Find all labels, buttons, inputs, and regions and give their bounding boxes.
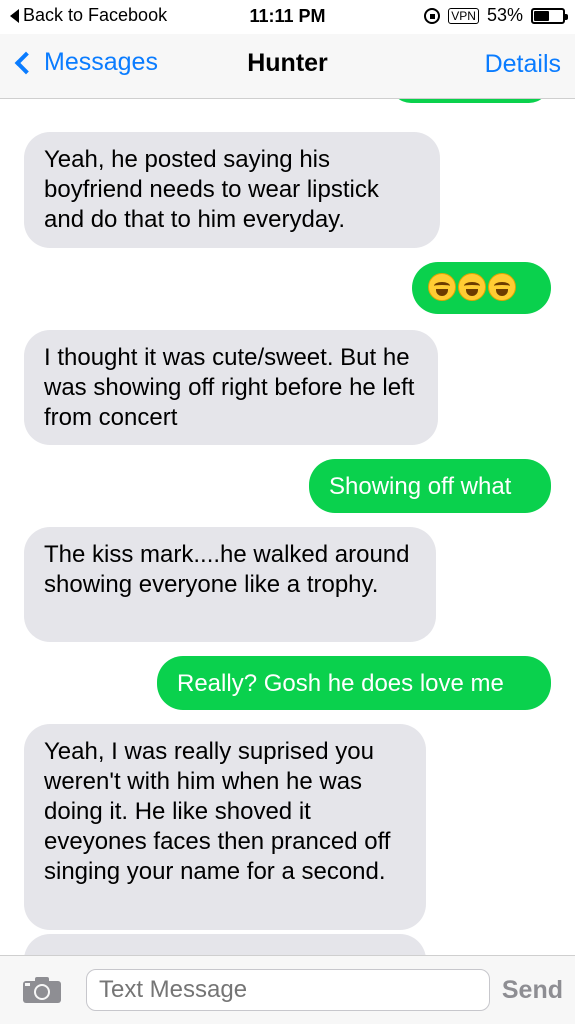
tears-of-joy-icon (428, 273, 456, 301)
tears-of-joy-icon (458, 273, 486, 301)
message-text: Yeah, he posted saying his boyfriend nee… (44, 146, 379, 233)
message-bubble-sent[interactable] (412, 262, 551, 314)
send-button[interactable]: Send (502, 976, 563, 1005)
message-text: The kiss mark....he walked around showin… (44, 541, 410, 598)
nav-bar: Messages Hunter Details (0, 34, 575, 99)
tears-of-joy-icon (488, 273, 516, 301)
status-bar: Back to Facebook 11:11 PM VPN 53% (0, 0, 575, 34)
received-bubble-cutoff (24, 934, 426, 955)
message-bubble-received[interactable]: I thought it was cute/sweet. But he was … (24, 330, 438, 445)
message-bubble-received[interactable]: The kiss mark....he walked around showin… (24, 527, 436, 642)
message-bubble-sent[interactable]: Really? Gosh he does love me (157, 656, 551, 710)
message-bubble-received[interactable]: Yeah, he posted saying his boyfriend nee… (24, 132, 440, 248)
details-button[interactable]: Details (485, 50, 561, 79)
message-thread[interactable]: Yeah, he posted saying his boyfriend nee… (0, 99, 575, 955)
message-input[interactable] (86, 969, 490, 1011)
message-text: Showing off what (329, 473, 512, 500)
message-bubble-sent[interactable]: Showing off what (309, 459, 551, 513)
rotation-lock-icon (424, 7, 441, 24)
camera-icon[interactable] (22, 976, 62, 1004)
battery-icon (531, 7, 568, 24)
message-text: Really? Gosh he does love me (177, 670, 504, 697)
compose-bar: Send (0, 955, 575, 1024)
vpn-badge: VPN (448, 7, 479, 24)
status-indicators: VPN 53% (424, 5, 568, 26)
message-bubble-received[interactable]: Yeah, I was really suprised you weren't … (24, 724, 426, 930)
message-text: I thought it was cute/sweet. But he was … (44, 344, 415, 431)
tears-of-joy-emoji-group (428, 273, 516, 301)
messages-screen: Back to Facebook 11:11 PM VPN 53% Messag… (0, 0, 575, 1024)
battery-percent: 53% (486, 5, 523, 25)
sent-bubble-cutoff (390, 99, 550, 103)
battery-fill (534, 10, 549, 21)
message-text: Yeah, I was really suprised you weren't … (44, 738, 391, 885)
